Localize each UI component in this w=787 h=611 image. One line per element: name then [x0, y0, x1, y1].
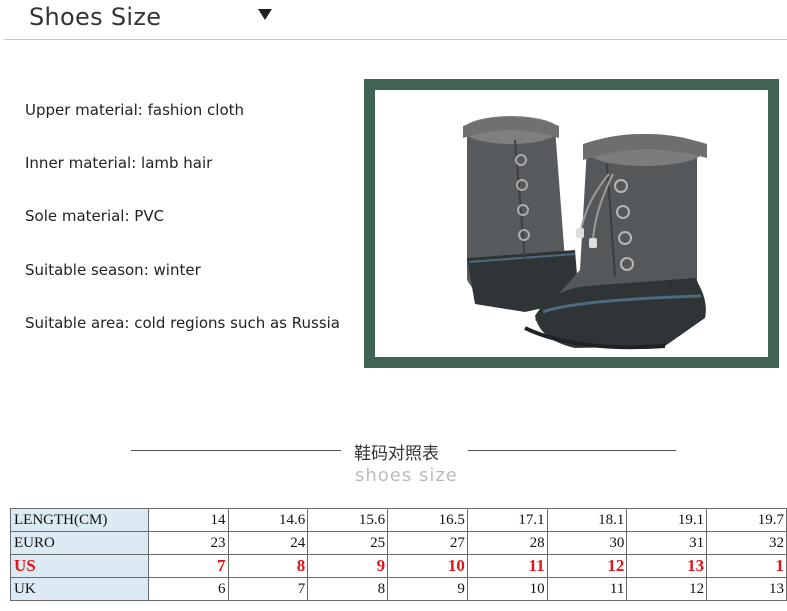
table-cell: 6 — [147, 577, 229, 601]
dropdown-arrow-icon[interactable] — [258, 9, 272, 20]
product-image-frame — [364, 79, 779, 368]
table-cell: 27 — [387, 531, 468, 555]
table-cell: 11 — [466, 554, 548, 578]
table-cell: 15.6 — [307, 508, 389, 532]
spec-upper-material: Upper material: fashion cloth — [25, 101, 245, 119]
row-label: LENGTH(CM) — [10, 508, 149, 532]
table-cell: 31 — [626, 531, 708, 555]
table-cell: 25 — [307, 531, 389, 555]
row-label: UK — [10, 577, 149, 601]
table-cell: 11 — [546, 577, 628, 601]
boots-illustration — [463, 116, 707, 350]
table-row-uk: UK 6 7 8 9 10 11 12 13 — [10, 577, 787, 601]
product-image — [375, 90, 768, 357]
table-row-euro: EURO 23 24 25 27 28 30 31 32 — [10, 531, 787, 555]
table-cell: 28 — [466, 531, 548, 555]
table-cell: 10 — [387, 554, 468, 578]
spec-inner-material: Inner material: lamb hair — [25, 154, 213, 172]
table-cell: 7 — [227, 577, 309, 601]
page-title: Shoes Size — [29, 3, 162, 31]
back-boot — [463, 116, 579, 312]
table-cell: 12 — [626, 577, 708, 601]
table-cell: 1 — [706, 554, 787, 578]
section-divider-left — [131, 450, 341, 451]
table-cell: 17.1 — [466, 508, 548, 532]
table-cell: 9 — [387, 577, 468, 601]
size-chart-table: LENGTH(CM) 14 14.6 15.6 16.5 17.1 18.1 1… — [10, 508, 787, 601]
table-cell: 19.7 — [706, 508, 787, 532]
table-cell: 18.1 — [546, 508, 628, 532]
table-cell: 10 — [466, 577, 548, 601]
table-cell: 8 — [227, 554, 309, 578]
spec-suitable-area: Suitable area: cold regions such as Russ… — [25, 314, 340, 332]
table-cell: 14.6 — [227, 508, 309, 532]
table-row-length: LENGTH(CM) 14 14.6 15.6 16.5 17.1 18.1 1… — [10, 508, 787, 532]
table-cell: 19.1 — [626, 508, 708, 532]
header-divider — [4, 39, 787, 40]
table-cell: 16.5 — [387, 508, 468, 532]
header-bar: Shoes Size — [0, 0, 787, 40]
table-cell: 12 — [546, 554, 628, 578]
table-cell: 8 — [307, 577, 389, 601]
table-cell: 13 — [626, 554, 708, 578]
table-row-us: US 7 8 9 10 11 12 13 1 — [10, 554, 787, 578]
table-cell: 23 — [147, 531, 229, 555]
table-cell: 30 — [546, 531, 628, 555]
table-cell: 13 — [706, 577, 787, 601]
row-label: EURO — [10, 531, 149, 555]
row-label: US — [10, 554, 149, 578]
spec-suitable-season: Suitable season: winter — [25, 261, 201, 279]
section-title-cn: 鞋码对照表 — [354, 444, 439, 464]
table-cell: 14 — [147, 508, 229, 532]
section-title-en: shoes size — [355, 465, 458, 486]
table-cell: 9 — [307, 554, 389, 578]
table-cell: 24 — [227, 531, 309, 555]
section-divider-right — [468, 450, 676, 451]
table-cell: 7 — [147, 554, 229, 578]
table-cell: 32 — [706, 531, 787, 555]
spec-sole-material: Sole material: PVC — [25, 207, 165, 225]
